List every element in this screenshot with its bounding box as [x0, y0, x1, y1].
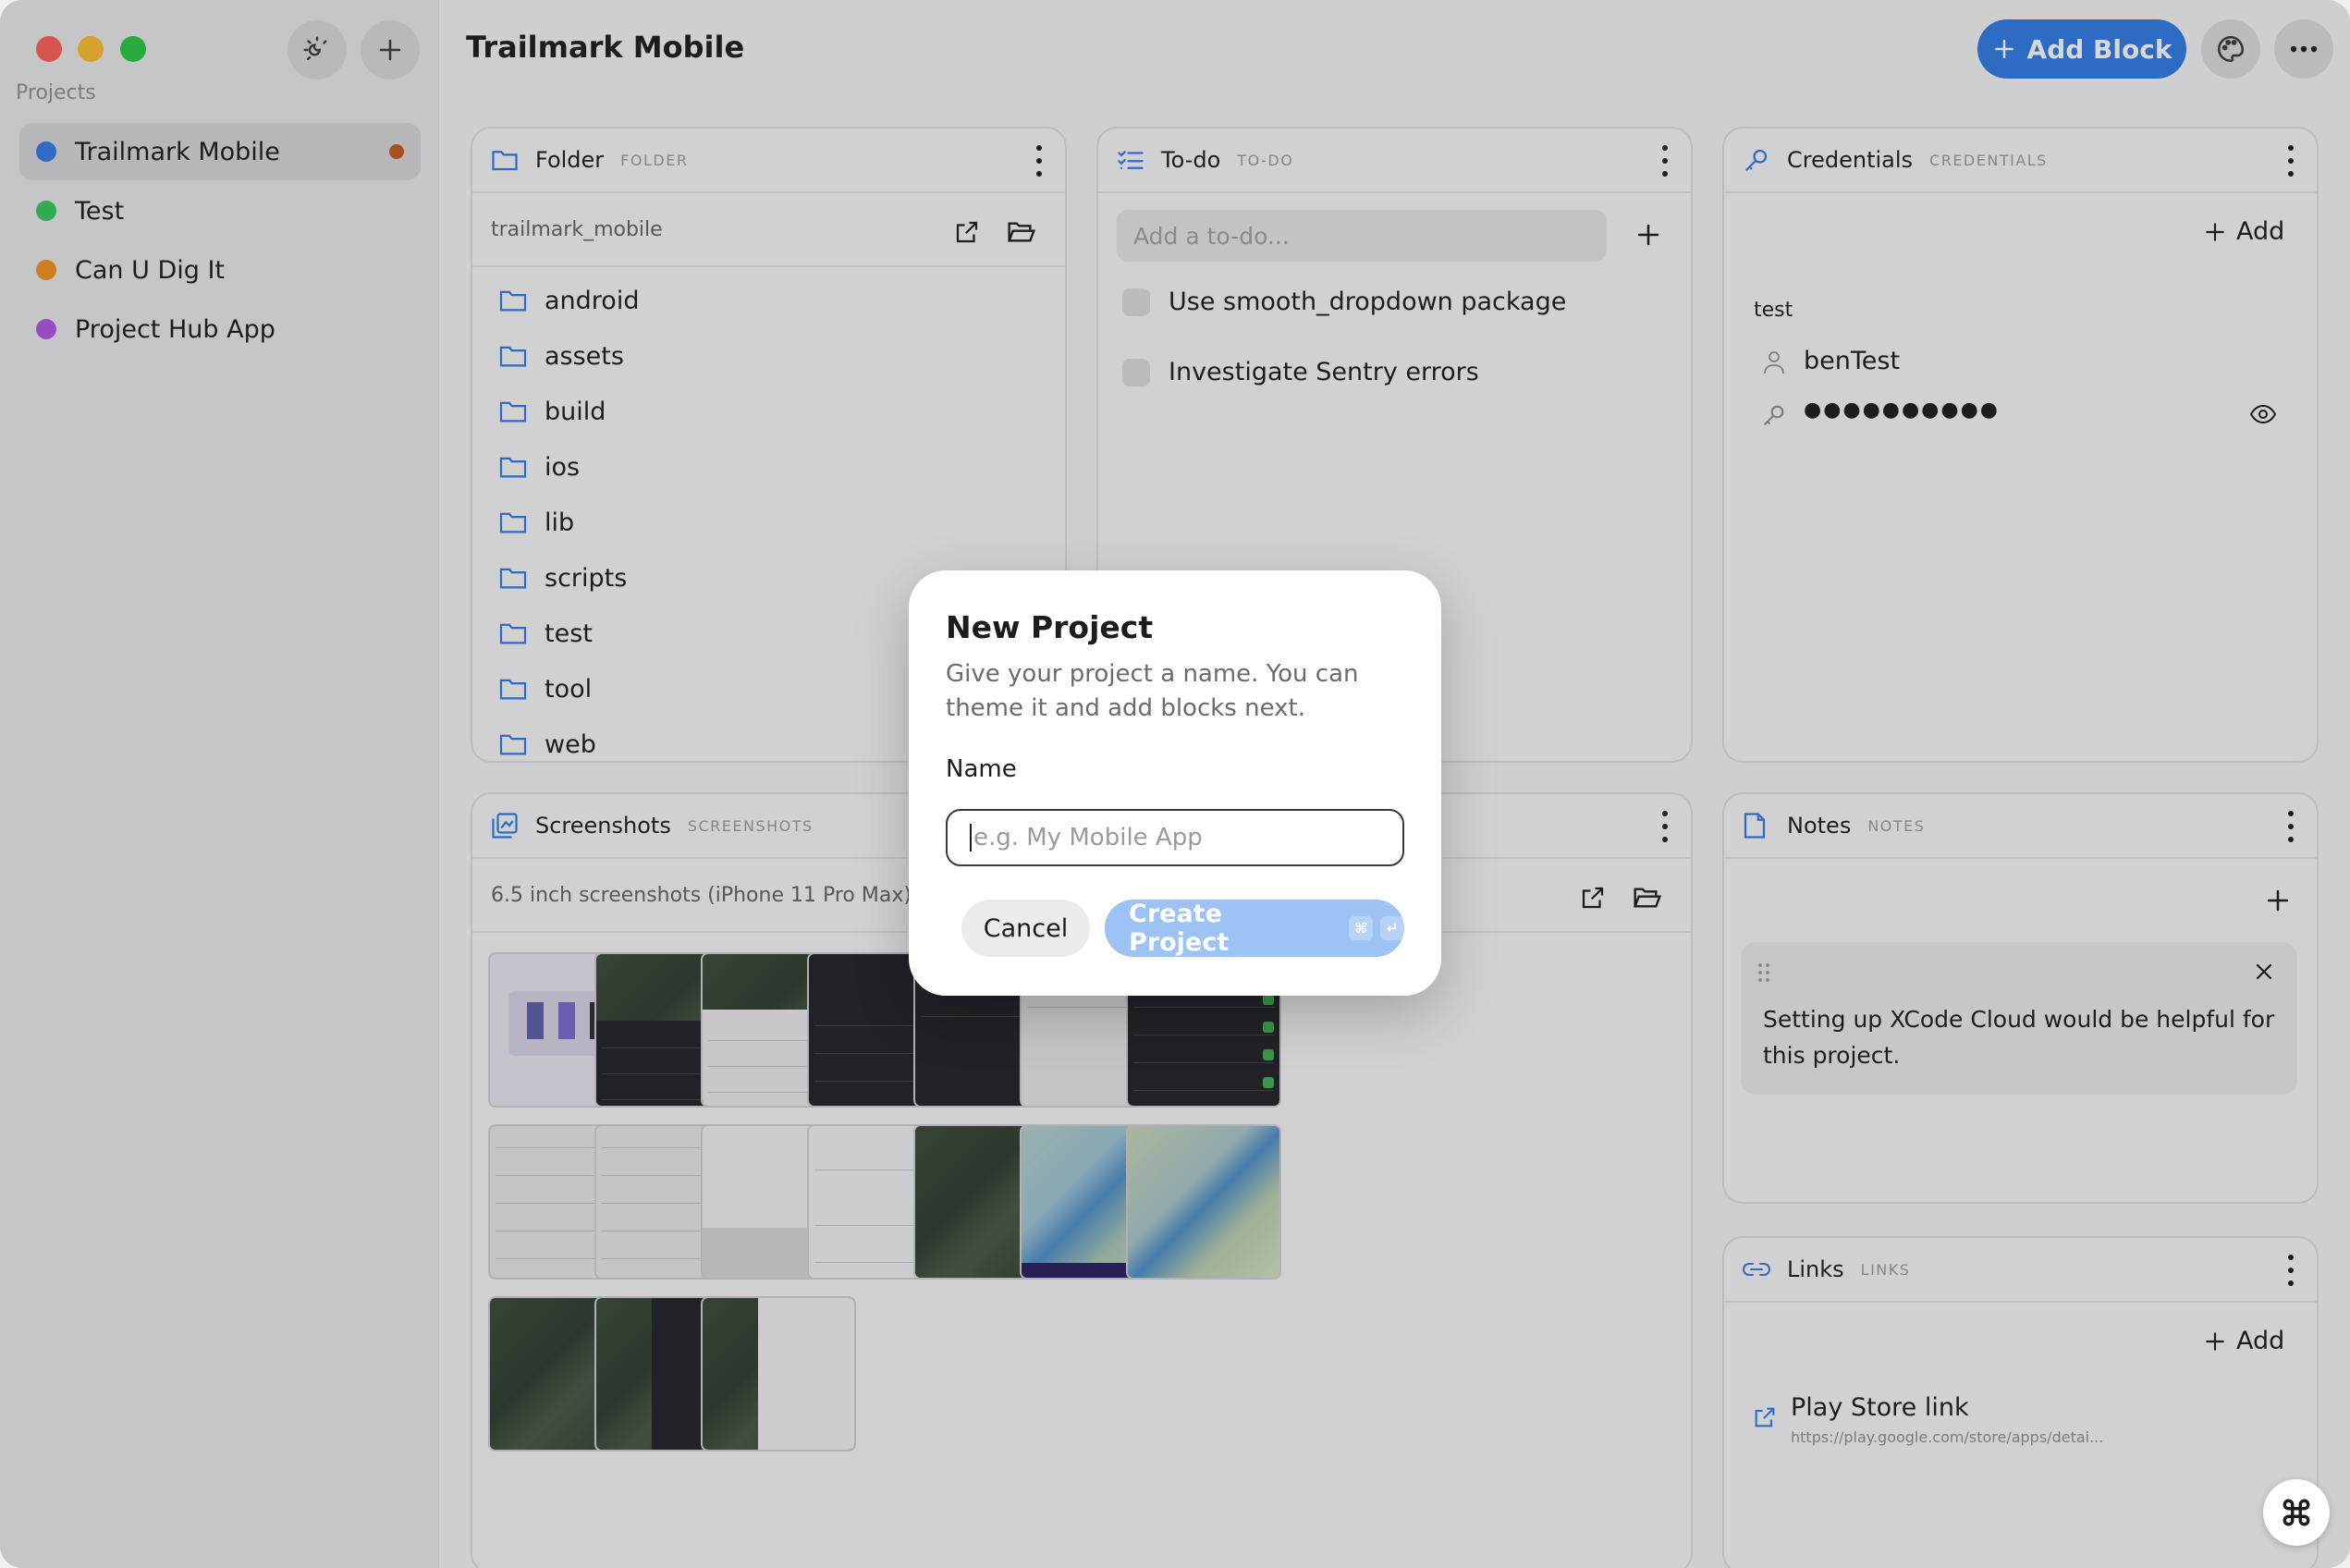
command-key-icon: ⌘	[1349, 916, 1374, 940]
command-icon	[2283, 1499, 2310, 1526]
create-project-button[interactable]: Create Project ⌘ ↵	[1105, 900, 1404, 957]
command-menu-button[interactable]	[2263, 1479, 2330, 1546]
dialog-title: New Project	[946, 609, 1154, 645]
dialog-description: Give your project a name. You can theme …	[946, 660, 1359, 722]
name-label: Name	[946, 755, 1017, 783]
input-placeholder: e.g. My Mobile App	[973, 824, 1203, 851]
return-key-icon: ↵	[1380, 916, 1404, 940]
cancel-button[interactable]: Cancel	[961, 900, 1090, 957]
create-project-label: Create Project	[1129, 900, 1230, 957]
text-caret	[970, 824, 972, 851]
project-name-input[interactable]: e.g. My Mobile App	[946, 809, 1404, 866]
new-project-dialog: New Project Give your project a name. Yo…	[909, 570, 1441, 996]
app-window: Projects Trailmark Mobile Test Can U Dig…	[0, 0, 2350, 1568]
